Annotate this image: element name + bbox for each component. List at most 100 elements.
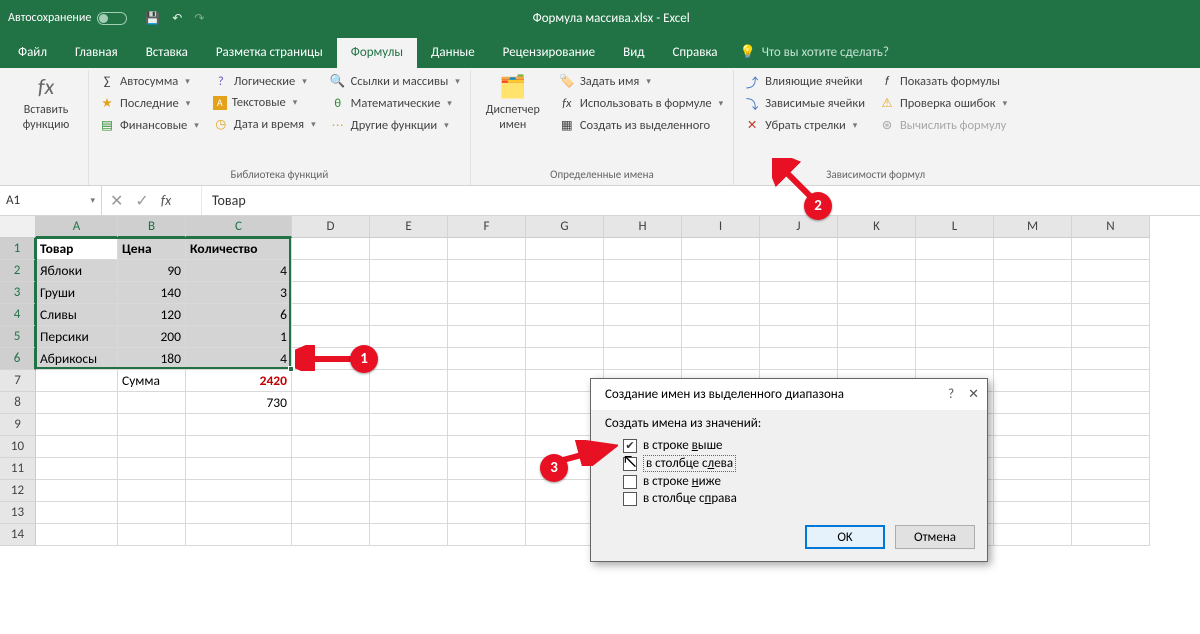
define-name-button[interactable]: 🏷️Задать имя▾	[555, 70, 727, 92]
row-header[interactable]: 12	[0, 480, 36, 502]
cell[interactable]	[118, 524, 186, 546]
lookup-button[interactable]: 🔍Ссылки и массивы▾	[326, 70, 464, 92]
cell[interactable]	[1072, 370, 1150, 392]
cell[interactable]	[292, 502, 370, 524]
cell[interactable]	[1072, 392, 1150, 414]
row-header[interactable]: 4	[0, 304, 36, 326]
cell[interactable]	[370, 348, 448, 370]
cell[interactable]	[994, 370, 1072, 392]
cell[interactable]	[682, 304, 760, 326]
cell[interactable]: 180	[118, 348, 186, 370]
cell[interactable]	[994, 414, 1072, 436]
cell[interactable]	[682, 238, 760, 260]
cell[interactable]	[448, 436, 526, 458]
column-header[interactable]: L	[916, 216, 994, 238]
cell[interactable]	[994, 392, 1072, 414]
cell[interactable]: 1	[186, 326, 292, 348]
cell[interactable]	[448, 524, 526, 546]
row-header[interactable]: 10	[0, 436, 36, 458]
tab-рецензирование[interactable]: Рецензирование	[489, 38, 609, 68]
cell[interactable]	[370, 502, 448, 524]
cell[interactable]	[292, 326, 370, 348]
cell[interactable]	[916, 304, 994, 326]
insert-function-button[interactable]: fx Вставить функцию	[10, 70, 82, 179]
row-header[interactable]: 2	[0, 260, 36, 282]
tab-вставка[interactable]: Вставка	[132, 38, 202, 68]
cell[interactable]	[370, 260, 448, 282]
column-header[interactable]: A	[36, 216, 118, 238]
cell[interactable]	[292, 480, 370, 502]
cell[interactable]	[838, 260, 916, 282]
math-button[interactable]: θМатематические▾	[326, 92, 464, 114]
column-header[interactable]: J	[760, 216, 838, 238]
cell[interactable]	[916, 326, 994, 348]
cell[interactable]	[682, 260, 760, 282]
cell[interactable]	[526, 282, 604, 304]
cell[interactable]	[36, 414, 118, 436]
name-box[interactable]: A1 ▾	[0, 186, 102, 215]
cell[interactable]: Персики	[36, 326, 118, 348]
cell[interactable]	[760, 260, 838, 282]
cell[interactable]	[448, 502, 526, 524]
cell[interactable]	[292, 436, 370, 458]
column-header[interactable]: M	[994, 216, 1072, 238]
row-header[interactable]: 6	[0, 348, 36, 370]
remove-arrows-button[interactable]: ✕Убрать стрелки▾	[740, 114, 869, 136]
row-header[interactable]: 9	[0, 414, 36, 436]
cell[interactable]	[292, 458, 370, 480]
select-all-corner[interactable]	[0, 216, 36, 238]
row-header[interactable]: 13	[0, 502, 36, 524]
cell[interactable]	[370, 524, 448, 546]
cancel-button[interactable]: Отмена	[895, 525, 975, 549]
column-header[interactable]: D	[292, 216, 370, 238]
cell[interactable]	[448, 304, 526, 326]
cell[interactable]	[760, 282, 838, 304]
cell[interactable]: 2420	[186, 370, 292, 392]
cell[interactable]	[994, 480, 1072, 502]
cell[interactable]	[526, 304, 604, 326]
checkbox-right-col[interactable]: в столбце справа	[605, 490, 973, 507]
cell[interactable]: Груши	[36, 282, 118, 304]
cell[interactable]	[448, 326, 526, 348]
date-button[interactable]: ◷Дата и время▾	[209, 113, 320, 135]
cell[interactable]	[448, 238, 526, 260]
cell[interactable]	[448, 260, 526, 282]
cell[interactable]	[1072, 282, 1150, 304]
cell[interactable]	[292, 370, 370, 392]
cell[interactable]	[526, 326, 604, 348]
tab-файл[interactable]: Файл	[4, 38, 61, 68]
cell[interactable]	[186, 414, 292, 436]
cell[interactable]	[838, 238, 916, 260]
cell[interactable]: 120	[118, 304, 186, 326]
evaluate-formula-button[interactable]: ⊛Вычислить формулу	[875, 114, 1011, 136]
row-header[interactable]: 1	[0, 238, 36, 260]
column-header[interactable]: G	[526, 216, 604, 238]
cell[interactable]	[1072, 348, 1150, 370]
cell[interactable]	[36, 436, 118, 458]
cell[interactable]	[1072, 502, 1150, 524]
cell[interactable]	[370, 282, 448, 304]
cell[interactable]	[448, 458, 526, 480]
cell[interactable]	[118, 414, 186, 436]
column-header[interactable]: F	[448, 216, 526, 238]
checkbox-bottom-row[interactable]: в строке ниже	[605, 473, 973, 490]
column-header[interactable]: B	[118, 216, 186, 238]
tab-справка[interactable]: Справка	[658, 38, 731, 68]
cell[interactable]	[994, 348, 1072, 370]
column-header[interactable]: K	[838, 216, 916, 238]
tab-главная[interactable]: Главная	[61, 38, 132, 68]
cancel-icon[interactable]: ✕	[110, 191, 123, 211]
cell[interactable]: 200	[118, 326, 186, 348]
cell[interactable]	[370, 436, 448, 458]
cell[interactable]	[370, 304, 448, 326]
cell[interactable]	[448, 282, 526, 304]
cell[interactable]	[36, 392, 118, 414]
more-fn-button[interactable]: ⋯Другие функции▾	[326, 114, 464, 136]
cell[interactable]	[526, 260, 604, 282]
cell[interactable]	[370, 370, 448, 392]
cell[interactable]	[682, 282, 760, 304]
close-icon[interactable]: ✕	[968, 387, 979, 402]
cell[interactable]	[370, 238, 448, 260]
cell[interactable]	[838, 326, 916, 348]
cell[interactable]	[604, 282, 682, 304]
